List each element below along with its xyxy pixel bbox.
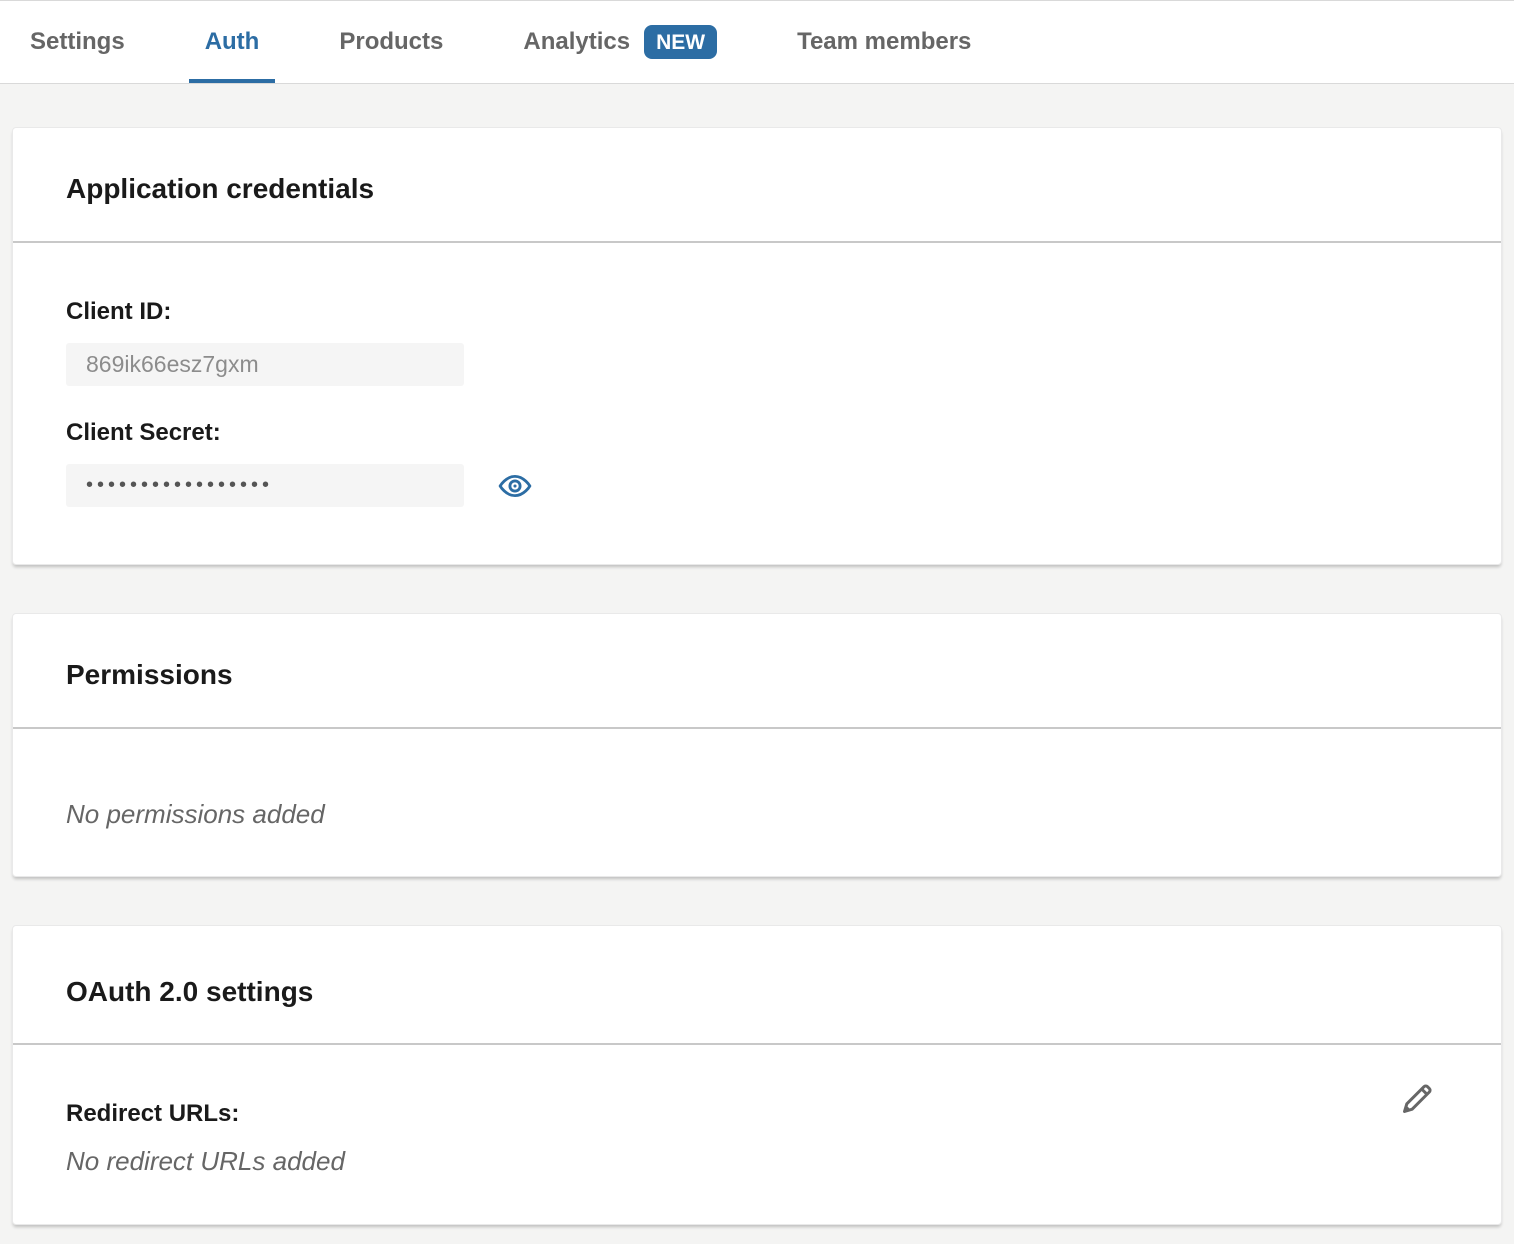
tab-settings-label: Settings [30,28,125,56]
tab-team-members-label: Team members [797,28,971,56]
oauth-settings-title: OAuth 2.0 settings [66,976,1448,1008]
permissions-title: Permissions [66,659,1448,691]
client-id-label: Client ID: [66,298,1448,326]
show-secret-button[interactable] [498,469,532,503]
tab-bar: Settings Auth Products Analytics NEW Tea… [0,0,1514,84]
auth-page: Application credentials Client ID: 869ik… [0,84,1514,1225]
permissions-card: Permissions No permissions added [12,613,1502,877]
tab-auth-label: Auth [205,28,260,56]
permissions-empty-message: No permissions added [66,799,1448,830]
eye-icon [498,469,532,503]
tab-products[interactable]: Products [339,1,443,83]
redirect-urls-label: Redirect URLs: [66,1100,1448,1128]
oauth-settings-body: Redirect URLs: No redirect URLs added [13,1045,1501,1224]
tab-team-members[interactable]: Team members [797,1,971,83]
client-id-value[interactable]: 869ik66esz7gxm [66,343,464,386]
permissions-body: No permissions added [13,729,1501,876]
client-secret-row: ••••••••••••••••• [66,464,1448,507]
client-secret-label: Client Secret: [66,419,1448,447]
tab-auth[interactable]: Auth [205,1,260,83]
oauth-settings-header: OAuth 2.0 settings [13,926,1501,1043]
application-credentials-title: Application credentials [66,173,1448,205]
tab-settings[interactable]: Settings [30,1,125,83]
tab-analytics-label: Analytics [523,28,630,56]
edit-redirect-urls-button[interactable] [1396,1078,1438,1120]
tab-analytics[interactable]: Analytics NEW [523,1,717,83]
pencil-icon [1397,1079,1437,1119]
client-secret-masked-value[interactable]: ••••••••••••••••• [66,464,464,507]
application-credentials-card: Application credentials Client ID: 869ik… [12,127,1502,565]
oauth-settings-card: OAuth 2.0 settings Redirect URLs: No red… [12,925,1502,1225]
tab-products-label: Products [339,28,443,56]
permissions-header: Permissions [13,614,1501,727]
application-credentials-header: Application credentials [13,128,1501,241]
redirect-urls-empty-message: No redirect URLs added [66,1146,1448,1177]
new-badge: NEW [644,25,717,59]
application-credentials-body: Client ID: 869ik66esz7gxm Client Secret:… [13,243,1501,564]
